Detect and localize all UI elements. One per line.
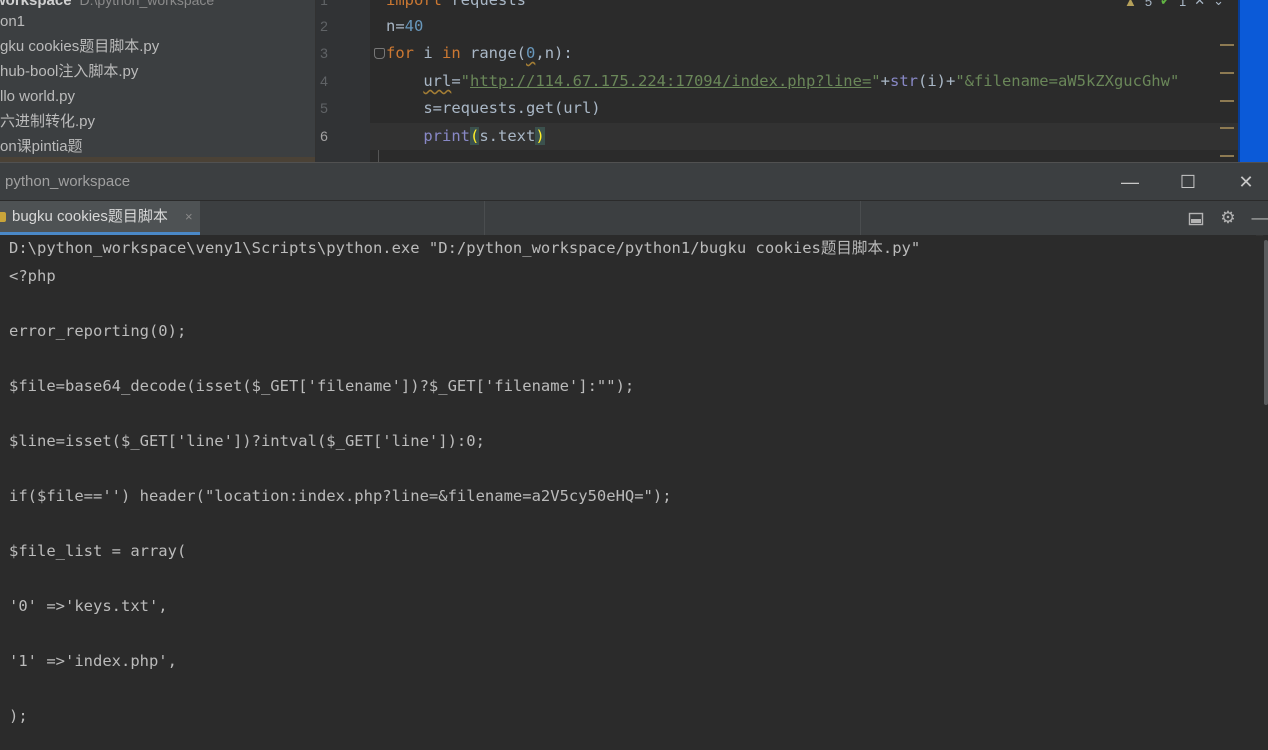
code-line-6: print(s.text) <box>386 123 545 150</box>
token-paren: ) <box>535 127 545 145</box>
token-builtin: print <box>423 127 470 145</box>
console-line: <?php <box>9 267 56 285</box>
close-window-button[interactable]: ✕ <box>1217 163 1268 201</box>
console-line: '1' =>'index.php', <box>9 652 177 670</box>
code-line-1: import requests <box>386 0 526 14</box>
tree-item[interactable]: on课pintia题 <box>0 134 83 159</box>
tab-divider <box>860 201 861 235</box>
token-string: "&filename=aW5kZXgucGhw" <box>955 72 1180 90</box>
line-number-gutter: 1 2 3 4 5 6 <box>316 0 370 162</box>
tree-item-label: 六进制转化.py <box>0 113 96 130</box>
token-text: requests <box>442 0 526 9</box>
token-number: 0 <box>526 44 536 62</box>
token-string: " <box>871 72 881 90</box>
code-line-3: for i in range(0,n): <box>386 40 573 67</box>
code-editor[interactable]: 1 2 3 4 5 6 import requests n=40 for i i… <box>316 0 1238 162</box>
console-line: if($file=='') header("location:index.php… <box>9 487 672 505</box>
hide-panel-icon[interactable]: — <box>1248 201 1268 235</box>
code-line-2: n=40 <box>386 13 423 40</box>
console-line: ); <box>9 707 28 725</box>
tree-item[interactable]: llo world.py <box>0 84 75 109</box>
console-line: error_reporting(0); <box>9 322 187 340</box>
token-builtin: str <box>889 72 918 90</box>
check-icon: ✔ <box>1160 0 1171 8</box>
desktop-edge <box>1238 0 1240 162</box>
tree-item[interactable]: on1 <box>0 9 25 34</box>
line-number: 3 <box>320 45 328 61</box>
run-tab[interactable]: bugku cookies题目脚本 × <box>0 201 200 235</box>
token-number: 40 <box>404 17 424 35</box>
console-line: $file_list = array( <box>9 542 187 560</box>
token-url-link[interactable]: http://114.67.175.224:17094/index.php?li… <box>470 72 871 90</box>
code-line-5: s=requests.get(url) <box>386 99 601 117</box>
restore-layout-icon[interactable] <box>1184 201 1208 235</box>
fold-guide <box>378 150 379 162</box>
tree-item-label: gku cookies题目脚本.py <box>0 38 160 55</box>
tree-item-label: on课pintia题 <box>0 138 83 155</box>
tree-root-item[interactable]: workspace D:\python_workspace <box>0 0 214 13</box>
token-text: s.text <box>479 127 536 145</box>
token-string: " <box>460 72 471 90</box>
close-icon[interactable]: ✕ <box>1194 0 1205 9</box>
token-text: i <box>414 44 442 62</box>
token-text: (i)+ <box>917 72 956 90</box>
token-text: n= <box>386 17 405 35</box>
error-stripe-marker[interactable] <box>1220 44 1234 46</box>
token-text: + <box>880 72 890 90</box>
tree-item[interactable]: 六进制转化.py <box>0 109 95 134</box>
minimize-button[interactable]: — <box>1101 163 1159 201</box>
console-line: $line=isset($_GET['line'])?intval($_GET[… <box>9 432 485 450</box>
token-keyword: import <box>386 0 442 9</box>
warning-count: 5 <box>1144 0 1153 9</box>
token-keyword: in <box>442 44 461 62</box>
python-run-icon <box>0 212 6 222</box>
inspection-widget[interactable]: ▲ 5 ✔ 1 ✕ ⌄ <box>1123 0 1224 9</box>
token-text: url <box>423 72 452 90</box>
token-text: ( <box>516 44 527 62</box>
ok-count: 1 <box>1178 0 1187 9</box>
line-number: 4 <box>320 73 328 89</box>
console-line: D:\python_workspace\veny1\Scripts\python… <box>9 239 921 257</box>
warning-icon: ▲ <box>1123 0 1137 9</box>
code-line-4: url="http://114.67.175.224:17094/index.p… <box>386 68 1179 95</box>
chevron-down-icon[interactable]: ⌄ <box>1213 0 1224 9</box>
console-scrollbar-thumb[interactable] <box>1264 240 1268 405</box>
tab-close-icon[interactable]: × <box>185 201 193 233</box>
tree-root-path: D:\python_workspace <box>79 0 215 8</box>
line-number: 5 <box>320 100 328 116</box>
token-paren: ( <box>470 127 480 145</box>
line-number: 2 <box>320 18 328 34</box>
tab-divider <box>484 201 485 235</box>
tree-item[interactable]: hub-bool注入脚本.py <box>0 59 138 84</box>
tree-item-label: hub-bool注入脚本.py <box>0 63 139 80</box>
error-stripe-marker[interactable] <box>1220 72 1234 74</box>
token-keyword: for <box>386 44 414 62</box>
error-stripe-marker[interactable] <box>1220 127 1234 129</box>
error-stripe-marker[interactable] <box>1220 155 1234 157</box>
project-tree-panel: workspace D:\python_workspace on1 gku coo… <box>0 0 316 162</box>
tree-item[interactable]: gku cookies题目脚本.py <box>0 34 159 59</box>
gear-icon[interactable]: ⚙ <box>1216 201 1240 235</box>
line-number: 1 <box>320 0 328 8</box>
desktop-background <box>1238 0 1268 162</box>
token-text: ,n): <box>535 44 573 62</box>
console-output[interactable]: D:\python_workspace\veny1\Scripts\python… <box>0 235 1256 750</box>
run-window-titlebar[interactable]: python_workspace — ☐ ✕ <box>0 162 1268 201</box>
run-tab-bar: bugku cookies题目脚本 × ⚙ — <box>0 200 1268 236</box>
window-title: python_workspace <box>5 173 131 190</box>
tree-item-label: on1 <box>0 13 26 30</box>
tree-item-label: llo world.py <box>0 88 76 105</box>
tree-root-label: workspace <box>0 0 72 9</box>
console-line: $file=base64_decode(isset($_GET['filenam… <box>9 377 635 395</box>
maximize-button[interactable]: ☐ <box>1159 163 1217 201</box>
token-text: range <box>460 44 517 62</box>
run-tab-label: bugku cookies题目脚本 <box>12 208 168 225</box>
fold-icon[interactable] <box>374 48 385 59</box>
token-text: = <box>451 72 461 90</box>
error-stripe-marker[interactable] <box>1220 100 1234 102</box>
console-line: '0' =>'keys.txt', <box>9 597 168 615</box>
line-number-current: 6 <box>320 128 328 144</box>
